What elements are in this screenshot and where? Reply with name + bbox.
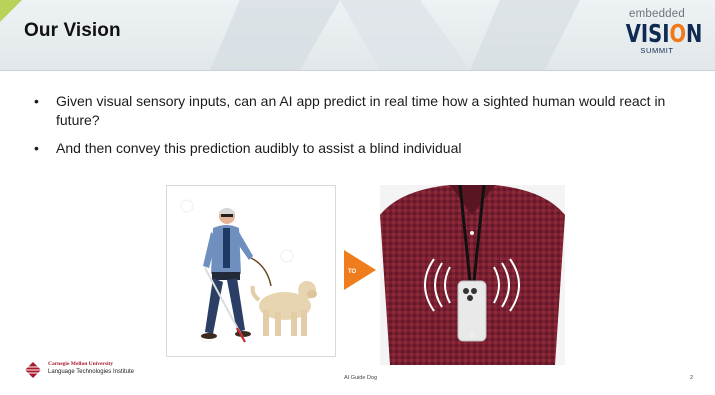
logo-vision-accent: O <box>669 19 687 48</box>
bullet-item-1: • Given visual sensory inputs, can an AI… <box>34 92 684 130</box>
bullet-dot: • <box>34 93 39 109</box>
cmu-logo-icon <box>25 362 41 378</box>
footer-center-text: AI Guide Dog <box>344 375 378 381</box>
arrow-label: TO <box>348 269 357 275</box>
embedded-vision-summit-logo: embedded VISION SUMMIT <box>617 8 703 66</box>
footer-university: Carnegie Mellon University <box>48 361 114 367</box>
slide-title: Our Vision <box>24 20 121 41</box>
cmu-lti-logo: Carnegie Mellon University Language Tech… <box>24 361 174 383</box>
phone-lanyard-image <box>380 185 565 365</box>
logo-vision-text: VISION <box>625 19 703 48</box>
bullet-text-2: And then convey this prediction audibly … <box>56 140 462 156</box>
man-with-guide-dog-image <box>166 185 336 357</box>
page-number: 2 <box>690 375 694 381</box>
bullet-list: • Given visual sensory inputs, can an AI… <box>34 92 684 167</box>
footer-institute: Language Technologies Institute <box>48 369 134 375</box>
orange-arrow-icon: TO <box>344 250 376 290</box>
bullet-dot: • <box>34 140 39 156</box>
slide-header: Our Vision embedded VISION SUMMIT <box>0 0 715 71</box>
logo-vision-part-b: N <box>686 19 703 48</box>
logo-vision-part-a: VISI <box>625 19 670 48</box>
bullet-text-1: Given visual sensory inputs, can an AI a… <box>56 93 666 128</box>
slide: Our Vision embedded VISION SUMMIT • Give… <box>0 0 715 395</box>
bullet-item-2: • And then convey this prediction audibl… <box>34 139 684 158</box>
